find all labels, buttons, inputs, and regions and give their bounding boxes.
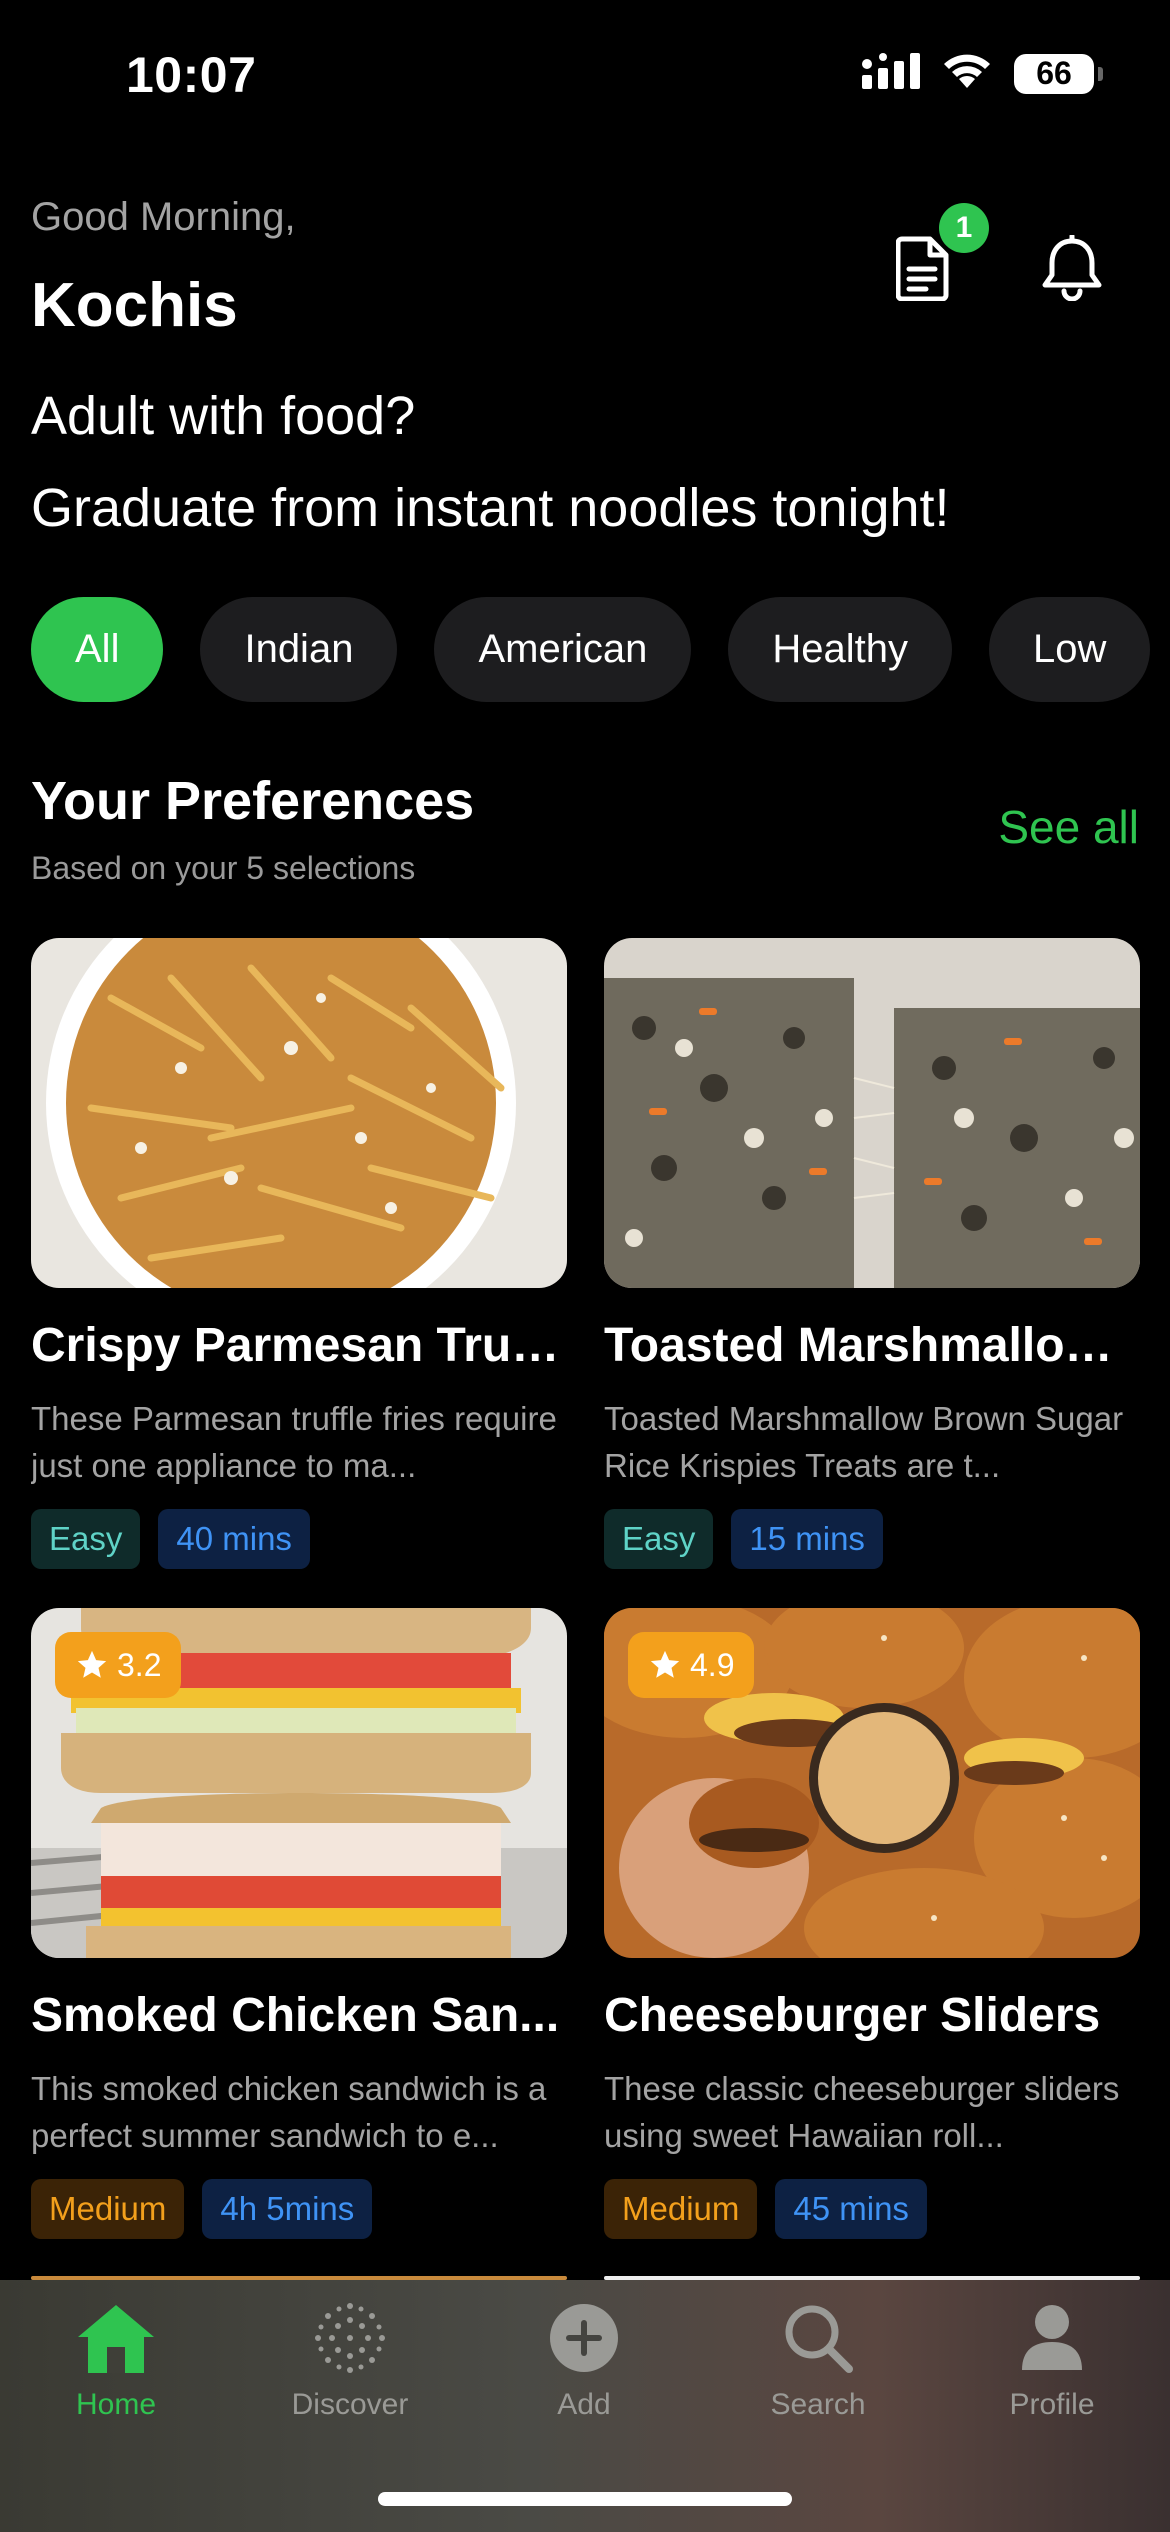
rating-badge: 4.9: [628, 1632, 755, 1698]
rating-badge: 3.2: [55, 1632, 182, 1698]
headline-line-2: Graduate from instant noodles tonight!: [31, 478, 950, 538]
discover-icon: [260, 2298, 440, 2378]
signal-icon: [862, 53, 920, 94]
recipe-tags: Easy 40 mins: [31, 1509, 567, 1569]
see-all-link[interactable]: See all: [998, 800, 1139, 854]
home-indicator: [378, 2492, 792, 2506]
chip-low[interactable]: Low: [989, 597, 1151, 702]
profile-icon: [962, 2298, 1142, 2378]
recipe-title: Cheeseburger Sliders: [604, 1989, 1101, 2042]
recipe-title: Crispy Parmesan Truf...: [31, 1319, 567, 1372]
tab-discover[interactable]: Discover: [260, 2298, 440, 2422]
tab-label: Add: [557, 2388, 611, 2421]
notifications-button[interactable]: [1032, 230, 1112, 310]
recipe-image: [31, 938, 567, 1288]
time-tag: 15 mins: [731, 1509, 883, 1569]
recipe-tags: Easy 15 mins: [604, 1509, 1140, 1569]
tab-label: Home: [75, 2388, 157, 2421]
status-time: 10:07: [126, 47, 257, 103]
status-bar: 10:07 66: [0, 0, 1170, 150]
bell-icon: [1041, 233, 1103, 306]
chip-indian[interactable]: Indian: [200, 597, 398, 702]
recipe-title: Smoked Chicken San...: [31, 1989, 560, 2042]
tab-label: Discover: [291, 2388, 409, 2421]
section-subtitle: Based on your 5 selections: [31, 850, 416, 886]
chip-american[interactable]: American: [434, 597, 692, 702]
star-icon: [648, 1648, 682, 1682]
recipe-title: Toasted Marshmallow...: [604, 1319, 1140, 1372]
headline-line-1: Adult with food?: [31, 386, 416, 446]
recipe-tags: Medium 45 mins: [604, 2179, 1140, 2239]
tab-add[interactable]: Add: [494, 2298, 674, 2422]
home-icon: [26, 2298, 206, 2378]
section-title: Your Preferences: [31, 771, 475, 831]
difficulty-tag: Medium: [604, 2179, 758, 2239]
user-name: Kochis: [31, 271, 238, 340]
tab-profile[interactable]: Profile: [962, 2298, 1142, 2422]
recipe-description: This smoked chicken sandwich is a perfec…: [31, 2070, 547, 2154]
difficulty-tag: Easy: [31, 1509, 141, 1569]
tab-home[interactable]: Home: [26, 2298, 206, 2422]
recipe-tags: Medium 4h 5mins: [31, 2179, 567, 2239]
recipe-card[interactable]: Crispy Parmesan Truf... These Parmesan t…: [31, 938, 567, 1569]
recipe-image: 3.2: [31, 1608, 567, 1958]
recipe-image: [604, 938, 1140, 1288]
tab-label: Profile: [1009, 2388, 1095, 2421]
category-chips: All Indian American Healthy Low: [31, 597, 1151, 702]
recipe-card[interactable]: Toasted Marshmallow... Toasted Marshmall…: [604, 938, 1140, 1569]
battery-icon: 66: [1014, 53, 1103, 94]
recipe-description: Toasted Marshmallow Brown Sugar Rice Kri…: [604, 1400, 1124, 1484]
time-tag: 40 mins: [158, 1509, 310, 1569]
search-icon: [728, 2298, 908, 2378]
difficulty-tag: Easy: [604, 1509, 714, 1569]
chip-healthy[interactable]: Healthy: [728, 597, 953, 702]
chip-all[interactable]: All: [31, 597, 164, 702]
greeting-text: Good Morning,: [31, 195, 296, 239]
tab-search[interactable]: Search: [728, 2298, 908, 2422]
document-icon: [895, 235, 952, 306]
wifi-icon: [942, 52, 992, 95]
add-icon: [494, 2298, 674, 2378]
difficulty-tag: Medium: [31, 2179, 185, 2239]
time-tag: 45 mins: [775, 2179, 927, 2239]
recipe-card[interactable]: 4.9 Cheeseburger Sliders These classic c…: [604, 1608, 1140, 2239]
star-icon: [75, 1648, 109, 1682]
recipe-description: These Parmesan truffle fries require jus…: [31, 1400, 557, 1484]
rating-value: 4.9: [690, 1646, 735, 1683]
status-icons: 66: [862, 52, 1103, 95]
time-tag: 4h 5mins: [202, 2179, 373, 2239]
rating-value: 3.2: [117, 1646, 162, 1683]
recipe-image: 4.9: [604, 1608, 1140, 1958]
notification-badge: 1: [939, 203, 989, 253]
tab-label: Search: [770, 2388, 866, 2421]
recipe-card[interactable]: 3.2 Smoked Chicken San... This smoked ch…: [31, 1608, 567, 2239]
recipe-description: These classic cheeseburger sliders using…: [604, 2070, 1120, 2154]
